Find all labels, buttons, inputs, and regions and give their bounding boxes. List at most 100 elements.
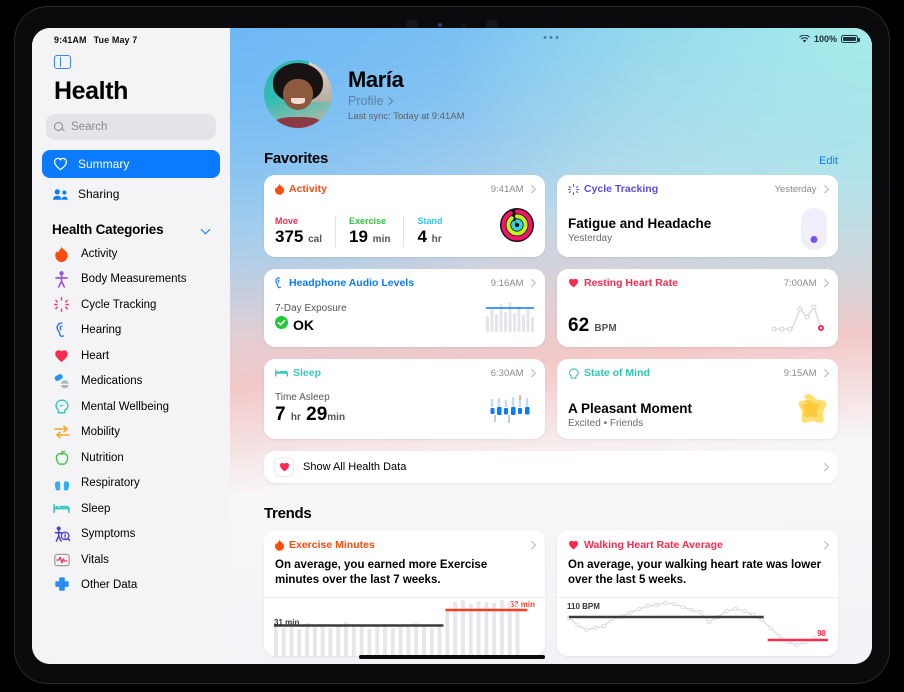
chevron-right-icon — [385, 96, 394, 105]
sleep-value: 7 hr 29min — [275, 404, 346, 425]
category-label: Medications — [81, 375, 143, 388]
state-title: A Pleasant Moment — [568, 401, 693, 416]
star-shape — [789, 392, 827, 433]
profile-link[interactable]: Profile — [348, 94, 465, 108]
heart-icon — [52, 349, 71, 363]
profile-link-label: Profile — [348, 93, 384, 108]
flame-icon — [275, 183, 284, 195]
edit-favorites-button[interactable]: Edit — [819, 155, 838, 167]
search-field[interactable] — [46, 114, 225, 140]
card-timestamp: 9:41AM — [490, 183, 524, 195]
state-of-mind-summary: A Pleasant Moment Excited • Friends — [568, 401, 692, 429]
category-item-medications[interactable]: Medications — [42, 369, 220, 395]
walking-heart-rate-chart: 110 BPM 98 — [565, 598, 830, 656]
ambient-sensor — [461, 22, 467, 28]
card-body: 7-Day Exposure OK — [275, 302, 534, 334]
profile-header[interactable]: María Profile Last sync: Today at 9:41AM — [250, 28, 852, 128]
chevron-right-icon — [820, 279, 829, 287]
show-all-health-data-row[interactable]: Show All Health Data — [264, 451, 838, 483]
category-label: Nutrition — [81, 451, 124, 464]
chevron-right-icon — [820, 185, 829, 193]
category-item-sleep[interactable]: Sleep — [42, 496, 220, 522]
heart-outline-icon — [52, 157, 69, 171]
ear-icon — [52, 322, 71, 338]
card-sleep[interactable]: Sleep 6:30AM Time Asleep 7 hr 29min — [264, 359, 545, 439]
metric-label: Exercise — [349, 216, 387, 226]
home-indicator[interactable] — [359, 655, 545, 659]
ipad-device-frame: 9:41AM Tue May 7 Health Summary — [14, 6, 890, 684]
symptoms-icon — [52, 526, 71, 543]
card-timestamp: Yesterday — [774, 183, 817, 195]
metric-move: Move 375 cal — [275, 216, 337, 247]
exercise-minutes-chart: 31 min 63 min — [272, 598, 537, 657]
search-input[interactable] — [71, 121, 225, 133]
card-timestamp: 7:00AM — [783, 277, 817, 289]
sensor-indicator — [437, 23, 442, 27]
show-all-label: Show All Health Data — [303, 461, 407, 473]
card-header: Resting Heart Rate 7:00AM — [568, 277, 829, 289]
exposure-status: OK — [275, 316, 347, 334]
cycle-icon — [52, 297, 71, 313]
category-label: Hearing — [81, 324, 122, 337]
pills-icon — [52, 373, 71, 389]
card-meta: 7:00AM — [783, 277, 829, 289]
card-meta: 9:16AM — [491, 278, 536, 289]
card-title-label: Sleep — [293, 367, 322, 379]
card-header: Exercise Minutes — [275, 539, 536, 551]
heart-line — [771, 302, 827, 339]
sleep-summary: Time Asleep 7 hr 29min — [275, 392, 345, 426]
category-item-heart[interactable]: Heart — [42, 343, 220, 369]
category-item-mental-wellbeing[interactable]: Mental Wellbeing — [42, 394, 220, 420]
card-header: Activity 9:41AM — [275, 183, 536, 195]
sidebar-item-sharing[interactable]: Sharing — [42, 180, 220, 208]
card-title: Activity — [275, 183, 327, 195]
card-title-label: Headphone Audio Levels — [289, 277, 415, 289]
category-item-other-data[interactable]: Other Data — [42, 573, 220, 599]
card-title: Cycle Tracking — [568, 183, 658, 195]
metric-stand: Stand 4 hr — [417, 216, 442, 247]
heart-icon — [568, 540, 579, 550]
exposure-label: 7-Day Exposure — [275, 303, 347, 314]
card-title-label: State of Mind — [584, 367, 650, 379]
metric-value: 19 min — [349, 227, 391, 246]
card-title: Resting Heart Rate — [568, 277, 678, 289]
card-activity[interactable]: Activity 9:41AM Move 375 cal Exercise 19… — [264, 175, 545, 257]
card-state-of-mind[interactable]: State of Mind 9:15AM A Pleasant Moment E… — [557, 359, 838, 439]
card-title: Sleep — [275, 367, 321, 379]
sidebar-toggle-icon[interactable] — [54, 55, 71, 69]
body-icon — [52, 270, 71, 288]
status-time: 9:41AM — [54, 35, 87, 45]
category-label: Vitals — [81, 553, 109, 566]
avatar[interactable] — [264, 60, 332, 128]
category-label: Other Data — [81, 579, 138, 592]
health-categories-header[interactable]: Health Categories — [42, 222, 220, 237]
category-item-mobility[interactable]: Mobility — [42, 420, 220, 446]
card-headphone-audio-levels[interactable]: Headphone Audio Levels 9:16AM 7-Day Expo… — [264, 269, 545, 347]
heart-icon — [275, 458, 293, 476]
category-item-body-measurements[interactable]: Body Measurements — [42, 267, 220, 293]
sidebar-item-summary[interactable]: Summary — [42, 150, 220, 178]
category-item-vitals[interactable]: Vitals — [42, 547, 220, 573]
category-item-activity[interactable]: Activity — [42, 241, 220, 267]
category-item-respiratory[interactable]: Respiratory — [42, 471, 220, 497]
category-item-nutrition[interactable]: Nutrition — [42, 445, 220, 471]
card-meta: 6:30AM — [491, 368, 536, 379]
category-label: Heart — [81, 349, 110, 362]
heart-rate-value: 62 BPM — [568, 315, 617, 336]
card-title-label: Exercise Minutes — [289, 539, 375, 551]
chevron-down-icon[interactable] — [201, 225, 210, 234]
category-label: Activity — [81, 247, 118, 260]
category-item-symptoms[interactable]: Symptoms — [42, 522, 220, 548]
trend-card-walking-heart-rate[interactable]: Walking Heart Rate Average On average, y… — [557, 530, 838, 657]
apple-icon — [52, 450, 71, 466]
card-title: State of Mind — [568, 367, 650, 379]
category-item-cycle-tracking[interactable]: Cycle Tracking — [42, 292, 220, 318]
card-cycle-tracking[interactable]: Cycle Tracking Yesterday Fatigue and Hea… — [557, 175, 838, 257]
trend-card-exercise-minutes[interactable]: Exercise Minutes On average, you earned … — [264, 530, 545, 657]
other-data-icon — [52, 577, 71, 593]
scroll-container[interactable]: María Profile Last sync: Today at 9:41AM… — [230, 28, 872, 664]
activity-metrics: Move 375 cal Exercise 19 min Stand 4 hr — [275, 216, 442, 247]
card-resting-heart-rate[interactable]: Resting Heart Rate 7:00AM 62 BPM — [557, 269, 838, 347]
metric-value: 4 hr — [417, 227, 442, 246]
category-item-hearing[interactable]: Hearing — [42, 318, 220, 344]
